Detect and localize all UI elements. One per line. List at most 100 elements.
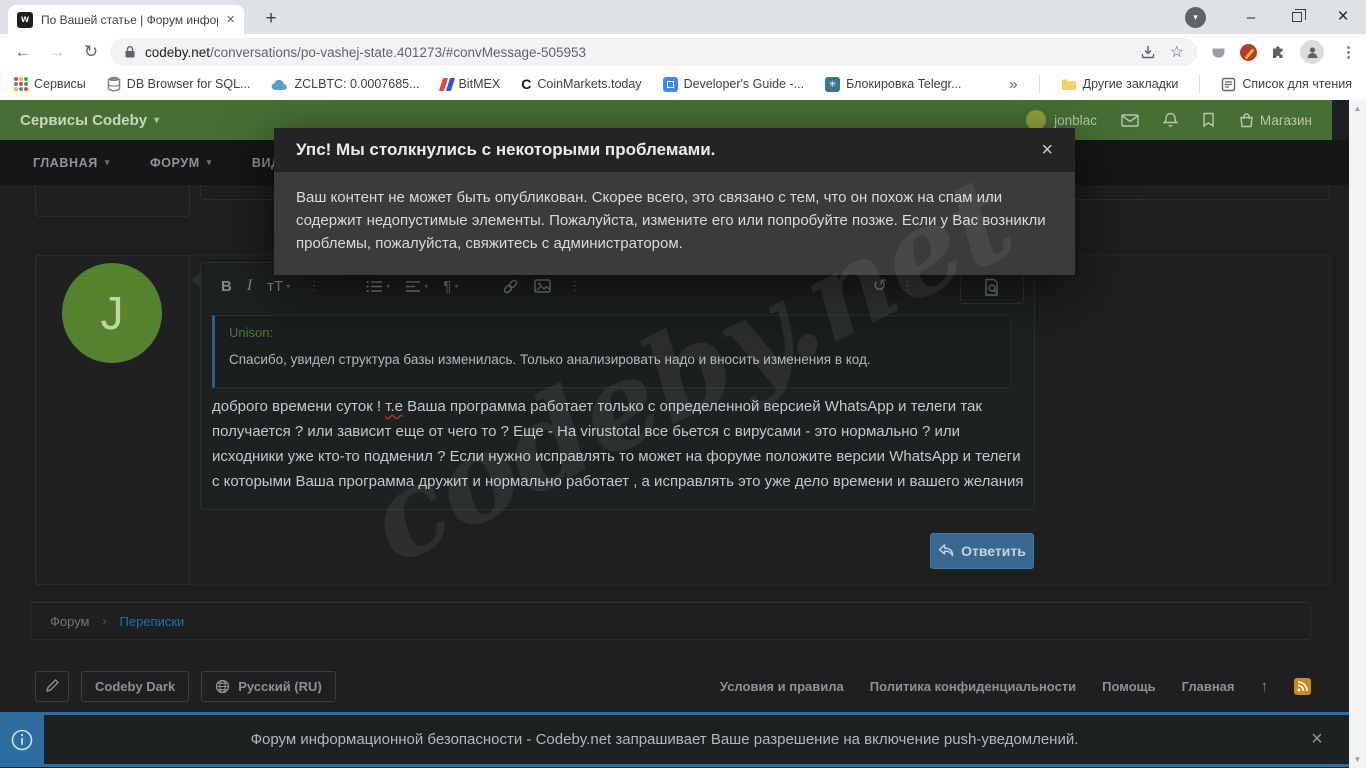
footer-link-privacy[interactable]: Политика конфиденциальности (870, 679, 1076, 694)
download-icon[interactable] (1140, 44, 1156, 60)
rss-icon[interactable] (1294, 678, 1311, 695)
divider (1199, 75, 1200, 93)
footer-link-home[interactable]: Главная (1182, 679, 1235, 694)
bookmark-icon[interactable] (1202, 112, 1215, 128)
bookmark-item[interactable]: ZCLBTC: 0.0007685... (271, 77, 419, 91)
modal-title: Упс! Мы столкнулись с некоторыми проблем… (296, 140, 715, 160)
chevron-down-icon: ▾ (207, 157, 212, 168)
chevron-down-icon: ▾ (386, 282, 390, 291)
chevron-right-icon: › (103, 614, 107, 628)
paragraph-format-button[interactable]: ¶▾ (443, 278, 458, 295)
editor-message-text[interactable]: доброго времени суток ! т.е Ваша програм… (212, 394, 1024, 494)
reload-button[interactable]: ↻ (78, 39, 104, 64)
push-close-icon[interactable]: × (1285, 728, 1349, 751)
url-bar[interactable]: codeby.net/conversations/po-vashej-state… (110, 38, 1198, 66)
browser-addressbar: ← → ↻ codeby.net/conversations/po-vashej… (0, 34, 1366, 68)
language-button[interactable]: Русский (RU) (201, 671, 336, 702)
back-button[interactable]: ← (10, 39, 36, 64)
preview-button[interactable] (960, 270, 1024, 304)
scroll-up-icon[interactable]: ▲ (1354, 104, 1362, 113)
browser-menu-icon[interactable]: ⋮ (1337, 43, 1360, 61)
tab-title: По Вашей статье | Форум инфор (41, 13, 218, 27)
minimize-button[interactable]: – (1228, 0, 1274, 34)
shop-link[interactable]: Магазин (1239, 113, 1312, 128)
apps-grid-icon (14, 77, 28, 91)
quoted-message: Unison: Спасибо, увидел структура базы и… (212, 315, 1011, 388)
site-footer: Codeby Dark Русский (RU) Условия и прави… (35, 666, 1311, 706)
user-menu[interactable]: jonblac (1026, 110, 1097, 130)
bookmark-item[interactable]: DB Browser for SQL... (107, 76, 251, 92)
quote-author[interactable]: Unison: (229, 325, 996, 340)
restore-button[interactable] (1274, 0, 1320, 34)
reply-button[interactable]: Ответить (930, 533, 1034, 569)
stamp-extension-icon[interactable] (1240, 44, 1257, 61)
quote-text: Спасибо, увидел структура базы изменилас… (229, 352, 996, 367)
user-avatar[interactable]: J (62, 263, 162, 363)
align-button[interactable]: ▾ (405, 280, 428, 293)
person-icon (1305, 45, 1320, 60)
shopping-bag-icon (1239, 113, 1254, 128)
site-brand-menu[interactable]: Сервисы Codeby▾ (20, 112, 159, 129)
style-chooser-button[interactable] (35, 671, 69, 702)
close-window-button[interactable]: × (1320, 0, 1366, 34)
bookmark-star-icon[interactable]: ☆ (1170, 42, 1184, 62)
tab-close-icon[interactable]: × (226, 12, 235, 27)
scroll-top-button[interactable]: ↑ (1261, 678, 1269, 695)
modal-close-icon[interactable]: × (1041, 139, 1053, 162)
link-icon[interactable] (502, 278, 519, 295)
push-notification-bar: Форум информационной безопасности - Code… (0, 712, 1349, 767)
footer-link-terms[interactable]: Условия и правила (720, 679, 844, 694)
toolbar-separator-icon: ⋮ (568, 278, 581, 294)
modal-header: Упс! Мы столкнулись с некоторыми проблем… (274, 128, 1075, 172)
chevron-down-icon: ▾ (454, 282, 458, 291)
chevron-down-icon: ▾ (105, 157, 110, 168)
bell-icon[interactable] (1163, 112, 1178, 128)
window-controls: ▾ – × (1185, 0, 1366, 34)
browser-tab[interactable]: w По Вашей статье | Форум инфор × (8, 5, 244, 34)
footer-link-help[interactable]: Помощь (1102, 679, 1155, 694)
browser-titlebar: w По Вашей статье | Форум инфор × + ▾ – … (0, 0, 1366, 34)
breadcrumb: Форум › Переписки (30, 602, 1311, 640)
pencil-icon (45, 679, 59, 693)
theme-button[interactable]: Codeby Dark (81, 671, 189, 702)
bookmarks-overflow-button[interactable]: » (1009, 76, 1017, 93)
bitmex-icon (441, 78, 453, 91)
other-bookmarks-button[interactable]: Другие закладки (1061, 77, 1179, 91)
url-text: codeby.net/conversations/po-vashej-state… (145, 45, 586, 60)
scroll-down-icon[interactable]: ▼ (1354, 755, 1362, 764)
breadcrumb-conversations[interactable]: Переписки (120, 614, 185, 629)
italic-button[interactable]: I (247, 277, 252, 295)
globe-icon (215, 679, 230, 694)
page-scrollbar[interactable]: ▲ ▼ (1349, 100, 1366, 768)
lock-icon (124, 45, 136, 59)
nav-item-forum[interactable]: ФОРУМ▾ (150, 156, 212, 170)
profile-badge-icon[interactable]: ▾ (1185, 7, 1206, 28)
envelope-icon[interactable] (1121, 114, 1139, 127)
bookmark-item[interactable]: ✳ Блокировка Telegr... (825, 77, 961, 92)
reply-arrow-icon (938, 544, 954, 558)
reading-list-icon (1221, 77, 1236, 92)
bookmark-item[interactable]: C CoinMarkets.today (521, 76, 641, 92)
error-modal: Упс! Мы столкнулись с некоторыми проблем… (274, 128, 1075, 275)
undo-button[interactable]: ↺ (873, 276, 887, 296)
chevron-down-icon: ▾ (154, 115, 159, 126)
tab-favicon-icon: w (17, 12, 33, 28)
toolbar-separator-icon: ⋮ (901, 278, 914, 294)
list-button[interactable]: ▾ (366, 280, 390, 293)
reading-list-button[interactable]: Список для чтения (1221, 77, 1352, 92)
bookmark-item[interactable]: BitMEX (441, 77, 501, 91)
forward-button[interactable]: → (44, 39, 70, 64)
image-icon[interactable] (534, 279, 551, 293)
profile-avatar[interactable] (1300, 40, 1324, 64)
bold-button[interactable]: B (221, 278, 232, 295)
nav-item-home[interactable]: ГЛАВНАЯ▾ (33, 156, 110, 170)
bookmark-item[interactable]: Developer's Guide -... (663, 77, 805, 92)
shield-extension-icon[interactable] (1210, 44, 1227, 60)
bookmark-item[interactable]: Сервисы (14, 77, 86, 91)
font-size-button[interactable]: тT▾ (267, 278, 290, 295)
breadcrumb-forum[interactable]: Форум (50, 614, 90, 629)
new-tab-button[interactable]: + (258, 6, 284, 32)
telegram-block-icon: ✳ (825, 77, 840, 92)
cloud-icon (271, 78, 288, 91)
puzzle-extensions-icon[interactable] (1270, 44, 1287, 61)
